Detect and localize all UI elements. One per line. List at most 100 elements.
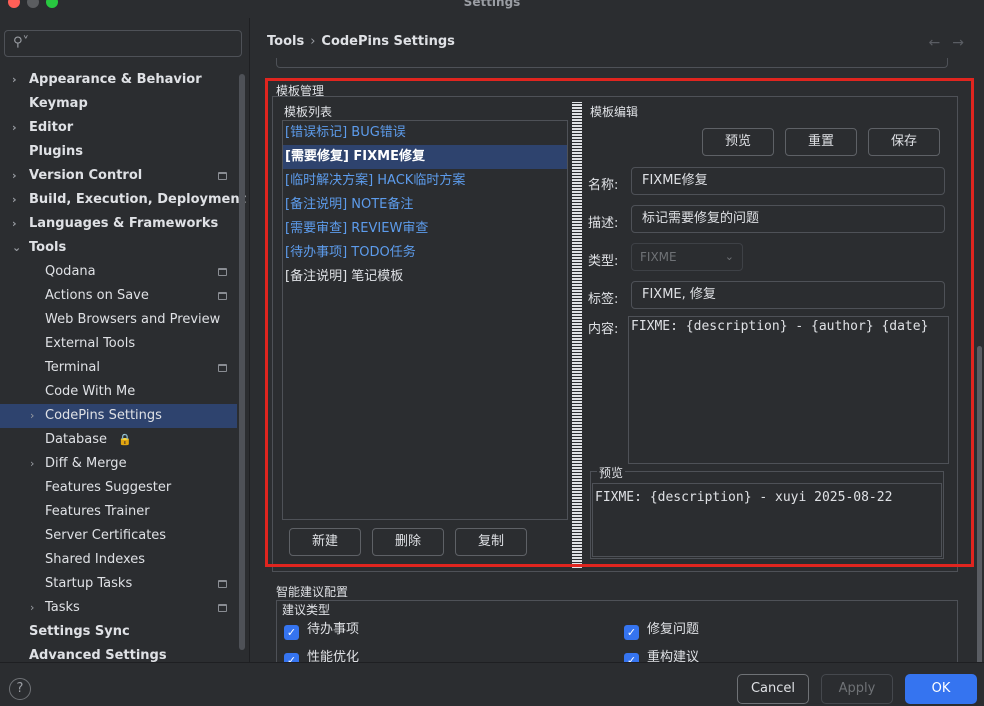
sidebar-item-shared-indexes[interactable]: Shared Indexes — [0, 548, 237, 572]
content-scrollbar[interactable] — [977, 346, 982, 666]
sidebar-item-external-tools[interactable]: External Tools — [0, 332, 237, 356]
chevron-right-icon[interactable]: › — [12, 212, 17, 236]
name-field[interactable]: FIXME修复 — [631, 167, 945, 195]
sidebar-item-build-execution-deployment[interactable]: › Build, Execution, Deployment — [0, 188, 246, 212]
list-item[interactable]: [备注说明] 笔记模板 — [283, 265, 567, 289]
chevron-right-icon[interactable]: › — [12, 116, 17, 140]
sidebar-item-settings-sync[interactable]: Settings Sync — [0, 620, 237, 644]
delete-template-button[interactable]: 删除 — [372, 528, 444, 556]
sidebar-item-label: Server Certificates — [45, 528, 167, 543]
sidebar-item-features-suggester[interactable]: Features Suggester — [0, 476, 237, 500]
copy-template-button[interactable]: 复制 — [455, 528, 527, 556]
project-level-icon — [218, 268, 227, 276]
reset-button[interactable]: 重置 — [785, 128, 857, 156]
sidebar-item-label: Tasks — [45, 600, 80, 615]
sidebar-item-web-browsers-and-preview[interactable]: Web Browsers and Preview — [0, 308, 237, 332]
list-item[interactable]: [待办事项] TODO任务 — [283, 241, 567, 265]
chevron-down-icon[interactable]: ⌄ — [12, 236, 21, 260]
chevron-right-icon[interactable]: › — [30, 452, 34, 476]
template-editor-title: 模板编辑 — [590, 105, 639, 119]
checkbox-todo[interactable]: ✓ 待办事项 — [284, 621, 360, 640]
sidebar-item-appearance-behavior[interactable]: › Appearance & Behavior — [0, 68, 237, 92]
checkbox-refactor[interactable]: ✓ 重构建议 — [624, 649, 699, 662]
list-item[interactable]: [错误标记] BUG错误 — [283, 121, 567, 145]
list-item[interactable]: [临时解决方案] HACK临时方案 — [283, 169, 567, 193]
description-field[interactable]: 标记需要修复的问题 — [631, 205, 945, 233]
sidebar-item-label: Features Trainer — [45, 504, 150, 519]
forward-arrow-icon[interactable]: → — [952, 35, 976, 51]
save-button[interactable]: 保存 — [868, 128, 940, 156]
cancel-button[interactable]: Cancel — [737, 674, 809, 704]
title-bar: Settings — [0, 0, 984, 12]
chevron-right-icon[interactable]: › — [30, 404, 34, 428]
sidebar-item-codepins-settings[interactable]: › CodePins Settings — [0, 404, 237, 428]
chevron-right-icon[interactable]: › — [12, 68, 17, 92]
sidebar-scrollbar[interactable] — [239, 74, 245, 650]
help-icon[interactable]: ? — [9, 678, 31, 700]
list-item[interactable]: [备注说明] NOTE备注 — [283, 193, 567, 217]
sidebar-item-label: CodePins Settings — [45, 408, 162, 423]
sidebar-item-diff-merge[interactable]: › Diff & Merge — [0, 452, 237, 476]
chevron-right-icon[interactable]: › — [12, 188, 17, 212]
suggestions-group — [276, 600, 958, 662]
sidebar-item-label: External Tools — [45, 336, 136, 351]
project-level-icon — [218, 292, 227, 300]
ok-button[interactable]: OK — [905, 674, 977, 704]
project-level-icon — [218, 580, 227, 588]
chevron-right-icon[interactable]: › — [12, 164, 17, 188]
breadcrumb-parent[interactable]: Tools — [267, 34, 304, 49]
check-icon: ✓ — [284, 653, 299, 662]
sidebar-item-terminal[interactable]: Terminal — [0, 356, 237, 380]
checkbox-performance[interactable]: ✓ 性能优化 — [284, 649, 359, 662]
preview-button[interactable]: 预览 — [702, 128, 774, 156]
sidebar-item-label: Diff & Merge — [45, 456, 127, 471]
sidebar-item-database[interactable]: Database 🔒 — [0, 428, 237, 452]
back-arrow-icon[interactable]: ← — [929, 35, 953, 51]
sidebar-item-actions-on-save[interactable]: Actions on Save — [0, 284, 237, 308]
breadcrumb-separator: › — [310, 34, 316, 49]
sidebar-item-version-control[interactable]: › Version Control — [0, 164, 237, 188]
sidebar-item-features-trainer[interactable]: Features Trainer — [0, 500, 237, 524]
sidebar-item-keymap[interactable]: Keymap — [0, 92, 237, 116]
chevron-right-icon[interactable]: › — [30, 596, 34, 620]
type-select[interactable]: FIXME ⌄ — [631, 243, 743, 271]
sidebar-item-startup-tasks[interactable]: Startup Tasks — [0, 572, 237, 596]
search-input[interactable]: ⚲˅ — [4, 30, 242, 57]
split-pane-divider[interactable] — [572, 102, 582, 568]
sidebar-item-plugins[interactable]: Plugins — [0, 140, 237, 164]
breadcrumb: Tools › CodePins Settings — [267, 34, 455, 49]
sidebar-item-label: Keymap — [29, 96, 88, 111]
sidebar-item-languages-frameworks[interactable]: › Languages & Frameworks — [0, 212, 237, 236]
sidebar-item-editor[interactable]: › Editor — [0, 116, 237, 140]
template-list[interactable]: [错误标记] BUG错误 [需要修复] FIXME修复 [临时解决方案] HACK临… — [282, 120, 568, 520]
sidebar-item-code-with-me[interactable]: Code With Me — [0, 380, 237, 404]
new-template-button[interactable]: 新建 — [289, 528, 361, 556]
suggestions-title: 智能建议配置 — [276, 585, 349, 599]
apply-button[interactable]: Apply — [821, 674, 893, 704]
sidebar-item-tasks[interactable]: › Tasks — [0, 596, 237, 620]
settings-tree: › Appearance & Behavior Keymap › Editor Plugi… — [0, 68, 246, 668]
search-icon: ⚲˅ — [13, 35, 30, 50]
suggestion-types-title: 建议类型 — [282, 603, 331, 617]
list-item[interactable]: [需要修复] FIXME修复 — [283, 145, 567, 169]
content-textarea[interactable]: FIXME: {description} - {author} {date} — [628, 316, 949, 464]
checkbox-fix[interactable]: ✓ 修复问题 — [624, 621, 699, 640]
tags-label: 标签: — [588, 292, 619, 307]
sidebar-item-label: Database — [45, 432, 108, 447]
sidebar-item-server-certificates[interactable]: Server Certificates — [0, 524, 237, 548]
project-level-icon — [218, 604, 227, 612]
nav-arrows: ←→ — [929, 35, 976, 51]
sidebar-item-label: Actions on Save — [45, 288, 149, 303]
sidebar-item-tools[interactable]: ⌄ Tools — [0, 236, 237, 260]
name-label: 名称: — [588, 178, 619, 193]
checkbox-todo-label: 待办事项 — [307, 622, 360, 637]
tags-field[interactable]: FIXME, 修复 — [631, 281, 945, 309]
lock-icon: 🔒 — [118, 433, 132, 446]
sidebar-item-label: Version Control — [29, 168, 143, 183]
sidebar-item-label: Startup Tasks — [45, 576, 133, 591]
sidebar-item-label: Languages & Frameworks — [29, 216, 219, 231]
type-label: 类型: — [588, 254, 619, 269]
list-item[interactable]: [需要审查] REVIEW审查 — [283, 217, 567, 241]
checkbox-refactor-label: 重构建议 — [647, 650, 700, 662]
sidebar-item-qodana[interactable]: Qodana — [0, 260, 237, 284]
